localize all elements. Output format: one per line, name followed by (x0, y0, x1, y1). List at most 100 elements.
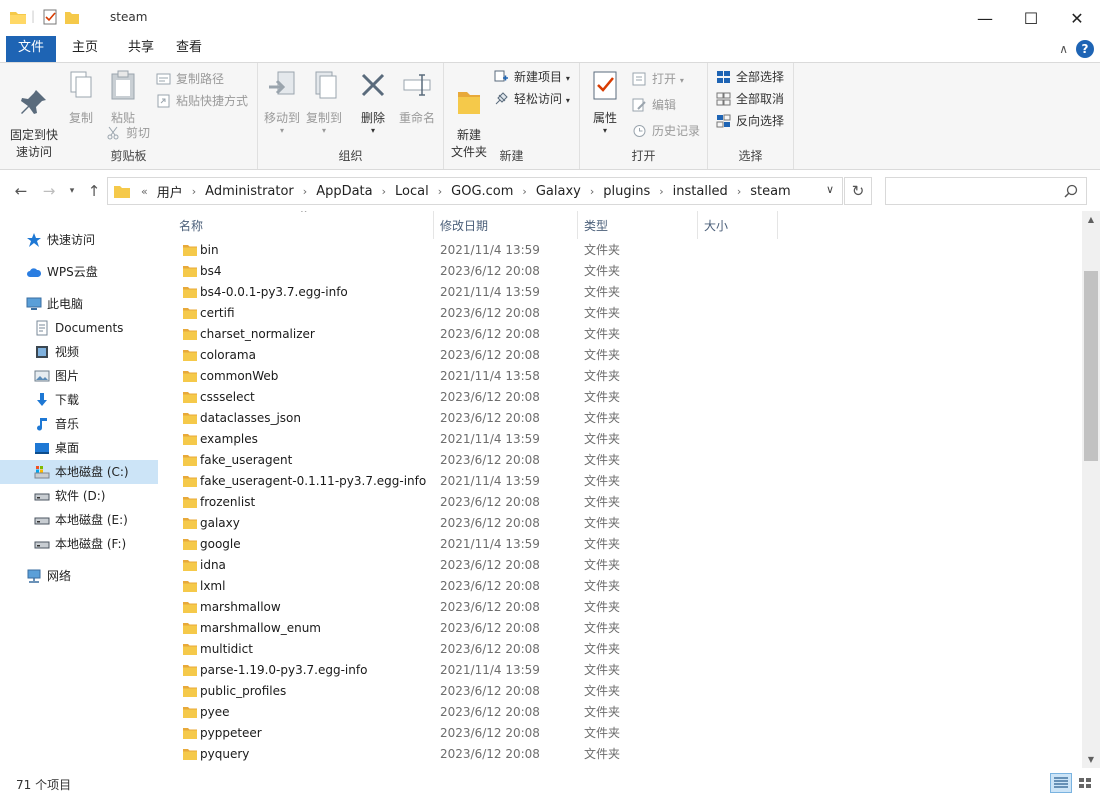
column-header-name[interactable]: 名称 (162, 211, 434, 239)
nav-item-wps-cloud[interactable]: WPS云盘 (0, 260, 158, 284)
file-row[interactable]: fake_useragent 2023/6/12 20:08 文件夹 (162, 450, 1082, 471)
nav-item-drive-d[interactable]: 软件 (D:) (0, 484, 158, 508)
file-row[interactable]: pyee 2023/6/12 20:08 文件夹 (162, 702, 1082, 723)
file-row[interactable]: google 2021/11/4 13:59 文件夹 (162, 534, 1082, 555)
file-row[interactable]: pyppeteer 2023/6/12 20:08 文件夹 (162, 723, 1082, 744)
invert-selection-button[interactable]: 反向选择 (716, 111, 784, 131)
chevron-right-icon[interactable]: › (585, 185, 599, 198)
chevron-right-icon[interactable]: › (732, 185, 746, 198)
file-row[interactable]: marshmallow_enum 2023/6/12 20:08 文件夹 (162, 618, 1082, 639)
breadcrumb-item[interactable]: Galaxy (532, 184, 585, 199)
column-header-date[interactable]: 修改日期 (434, 211, 578, 239)
breadcrumb-item[interactable]: Administrator (201, 184, 298, 199)
breadcrumb-item[interactable]: installed (669, 184, 732, 199)
file-row[interactable]: pyquery 2023/6/12 20:08 文件夹 (162, 744, 1082, 765)
collapse-ribbon-icon[interactable]: ∧ (1059, 42, 1068, 56)
large-icons-view-button[interactable] (1074, 773, 1096, 793)
file-row[interactable]: galaxy 2023/6/12 20:08 文件夹 (162, 513, 1082, 534)
delete-button[interactable]: 删除 ▾ (356, 69, 390, 135)
breadcrumb-item[interactable]: plugins (599, 184, 654, 199)
column-header-type[interactable]: 类型 (578, 211, 698, 239)
breadcrumb-overflow-icon[interactable]: « (136, 185, 153, 198)
file-row[interactable]: bin 2021/11/4 13:59 文件夹 (162, 240, 1082, 261)
file-row[interactable]: public_profiles 2023/6/12 20:08 文件夹 (162, 681, 1082, 702)
back-arrow-icon[interactable]: ← (11, 181, 31, 201)
breadcrumb-item[interactable]: steam (746, 184, 795, 199)
tab-file[interactable]: 文件 (6, 36, 56, 62)
file-row[interactable]: commonWeb 2021/11/4 13:58 文件夹 (162, 366, 1082, 387)
details-view-button[interactable] (1050, 773, 1072, 793)
chevron-right-icon[interactable]: › (377, 185, 391, 198)
properties-qat-icon[interactable] (42, 9, 58, 25)
breadcrumb-item[interactable]: Local (391, 184, 433, 199)
edit-button[interactable]: 编辑 (632, 95, 676, 115)
file-row[interactable]: lxml 2023/6/12 20:08 文件夹 (162, 576, 1082, 597)
scroll-up-arrow-icon[interactable]: ▲ (1082, 211, 1100, 228)
file-row[interactable]: examples 2021/11/4 13:59 文件夹 (162, 429, 1082, 450)
move-to-button[interactable]: 移动到 ▾ (264, 69, 300, 135)
easy-access-button[interactable]: 轻松访问 ▾ (494, 89, 570, 109)
copy-to-button[interactable]: 复制到 ▾ (304, 69, 344, 135)
file-row[interactable]: parse-1.19.0-py3.7.egg-info 2021/11/4 13:… (162, 660, 1082, 681)
forward-arrow-icon[interactable]: → (39, 181, 59, 201)
address-history-chevron-icon[interactable]: ∨ (826, 183, 834, 196)
nav-item-documents[interactable]: Documents (0, 316, 158, 340)
file-row[interactable]: dataclasses_json 2023/6/12 20:08 文件夹 (162, 408, 1082, 429)
nav-item-this-pc[interactable]: 此电脑 (0, 292, 158, 316)
file-row[interactable]: charset_normalizer 2023/6/12 20:08 文件夹 (162, 324, 1082, 345)
vertical-scrollbar[interactable]: ▲ ▼ (1082, 211, 1100, 768)
file-row[interactable]: marshmallow 2023/6/12 20:08 文件夹 (162, 597, 1082, 618)
cut-button[interactable]: 剪切 (106, 123, 150, 143)
nav-item-pictures[interactable]: 图片 (0, 364, 158, 388)
new-item-button[interactable]: 新建项目 ▾ (494, 67, 570, 87)
refresh-button[interactable]: ↻ (844, 177, 872, 205)
chevron-right-icon[interactable]: › (433, 185, 447, 198)
select-none-button[interactable]: 全部取消 (716, 89, 784, 109)
recent-locations-chevron-icon[interactable]: ▾ (62, 181, 82, 201)
chevron-right-icon[interactable]: › (187, 185, 201, 198)
breadcrumb-item[interactable]: GOG.com (447, 184, 517, 199)
file-row[interactable]: frozenlist 2023/6/12 20:08 文件夹 (162, 492, 1082, 513)
new-folder-qat-icon[interactable] (64, 9, 80, 25)
nav-item-desktop[interactable]: 桌面 (0, 436, 158, 460)
open-button[interactable]: 打开 ▾ (632, 69, 684, 89)
file-row[interactable]: colorama 2023/6/12 20:08 文件夹 (162, 345, 1082, 366)
nav-item-downloads[interactable]: 下载 (0, 388, 158, 412)
tab-home[interactable]: 主页 (62, 36, 108, 62)
breadcrumb-item[interactable]: AppData (312, 184, 376, 199)
file-row[interactable]: multidict 2023/6/12 20:08 文件夹 (162, 639, 1082, 660)
select-all-button[interactable]: 全部选择 (716, 67, 784, 87)
scroll-down-arrow-icon[interactable]: ▼ (1082, 751, 1100, 768)
history-button[interactable]: 历史记录 (632, 121, 700, 141)
nav-item-videos[interactable]: 视频 (0, 340, 158, 364)
up-arrow-icon[interactable]: ↑ (84, 181, 104, 201)
breadcrumb-item[interactable]: 用户 (153, 182, 187, 201)
rename-button[interactable]: 重命名 (396, 69, 438, 127)
nav-item-drive-e[interactable]: 本地磁盘 (E:) (0, 508, 158, 532)
paste-button[interactable]: 粘贴 (104, 69, 142, 127)
paste-shortcut-button[interactable]: 粘贴快捷方式 (156, 91, 248, 111)
nav-item-quick-access[interactable]: 快速访问 (0, 228, 158, 252)
nav-item-drive-c[interactable]: 本地磁盘 (C:) (0, 460, 158, 484)
nav-item-network[interactable]: 网络 (0, 564, 158, 588)
chevron-right-icon[interactable]: › (517, 185, 531, 198)
file-row[interactable]: idna 2023/6/12 20:08 文件夹 (162, 555, 1082, 576)
file-row[interactable]: fake_useragent-0.1.11-py3.7.egg-info 2021… (162, 471, 1082, 492)
file-row[interactable]: bs4-0.0.1-py3.7.egg-info 2021/11/4 13:59 文… (162, 282, 1082, 303)
chevron-right-icon[interactable]: › (654, 185, 668, 198)
file-row[interactable]: certifi 2023/6/12 20:08 文件夹 (162, 303, 1082, 324)
address-bar[interactable]: « 用户 › Administrator › AppData › Local › GOG… (107, 177, 843, 205)
nav-item-drive-f[interactable]: 本地磁盘 (F:) (0, 532, 158, 556)
file-row[interactable]: cssselect 2023/6/12 20:08 文件夹 (162, 387, 1082, 408)
minimize-button[interactable]: — (962, 0, 1008, 36)
chevron-right-icon[interactable]: › (298, 185, 312, 198)
file-row[interactable]: bs4 2023/6/12 20:08 文件夹 (162, 261, 1082, 282)
search-input[interactable] (885, 177, 1087, 205)
copy-button[interactable]: 复制 (64, 69, 98, 127)
scrollbar-thumb[interactable] (1084, 271, 1098, 461)
maximize-button[interactable]: ☐ (1008, 0, 1054, 36)
close-button[interactable]: ✕ (1054, 0, 1100, 36)
properties-button[interactable]: 属性 ▾ (588, 69, 622, 135)
help-icon[interactable]: ? (1076, 40, 1094, 58)
tab-share[interactable]: 共享 (118, 36, 164, 62)
